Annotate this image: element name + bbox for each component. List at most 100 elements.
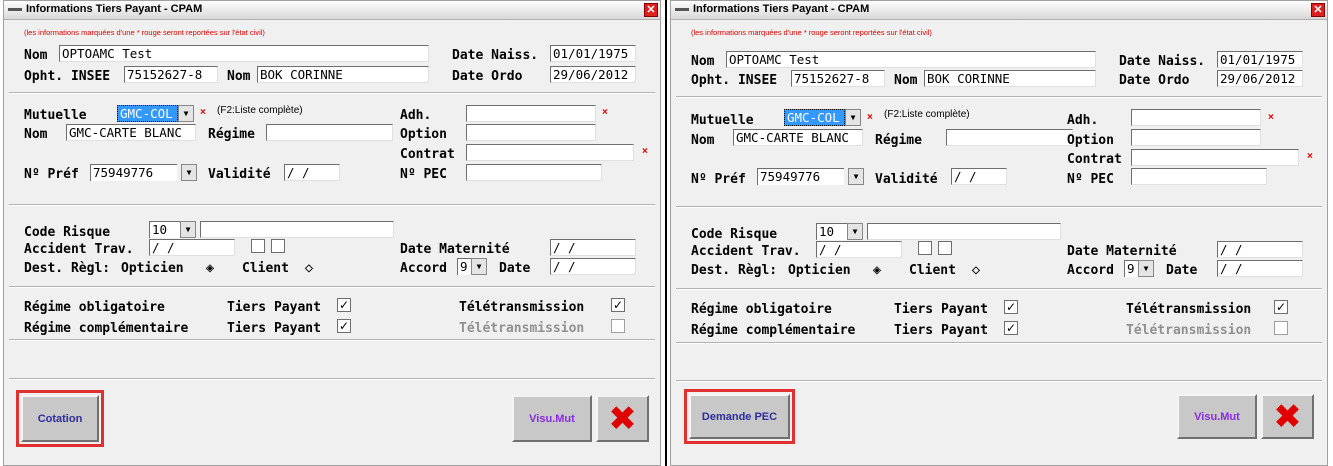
date-maternite-field[interactable]: / /: [550, 239, 636, 256]
tiers-payant-comp-checkbox[interactable]: ✓: [337, 319, 351, 333]
nom-field[interactable]: OPTOAMC Test: [726, 51, 1096, 68]
regime-field[interactable]: [266, 124, 393, 141]
nom-field[interactable]: OPTOAMC Test: [59, 45, 429, 62]
date-naiss-field[interactable]: 01/01/1975: [1217, 51, 1303, 68]
nom2-field[interactable]: BOK CORINNE: [924, 70, 1096, 87]
teletransmission-label-disabled: Télétransmission: [459, 321, 585, 336]
separator: [9, 92, 655, 94]
npref-value[interactable]: 75949776: [90, 164, 177, 181]
accident-trav-field[interactable]: / /: [149, 239, 235, 256]
npec-field[interactable]: [466, 164, 602, 181]
tiers-payant-obl-checkbox[interactable]: ✓: [337, 298, 351, 312]
accord-select[interactable]: 9 ▼: [457, 258, 487, 275]
title-bar[interactable]: Informations Tiers Payant - CPAM ✕: [4, 1, 660, 20]
insee-field[interactable]: 75152627-8: [791, 70, 885, 87]
accident-checkbox[interactable]: [938, 241, 952, 255]
npref-value[interactable]: 75949776: [757, 168, 844, 185]
npec-label: Nº PEC: [400, 167, 447, 182]
npref-select[interactable]: 75949776 ▼: [90, 164, 197, 181]
npref-select[interactable]: 75949776 ▼: [757, 168, 864, 185]
mutuelle-select[interactable]: GMC-COL ▼: [117, 105, 194, 122]
regime-field[interactable]: [946, 129, 1073, 146]
chevron-down-icon[interactable]: ▼: [845, 109, 861, 126]
option-field[interactable]: [1131, 129, 1261, 146]
contrat-field[interactable]: [1131, 149, 1299, 166]
date-maternite-label: Date Maternité: [1067, 244, 1177, 259]
opticien-radio-selected-icon[interactable]: ◈: [870, 263, 884, 277]
chevron-down-icon[interactable]: ▼: [178, 105, 194, 122]
tiers-payant-obl-checkbox[interactable]: ✓: [1004, 300, 1018, 314]
client-radio-icon[interactable]: ◇: [969, 263, 983, 277]
code-risque-label: Code Risque: [691, 227, 778, 242]
adh-field[interactable]: [466, 105, 596, 122]
required-mark: ×: [867, 112, 873, 123]
teletransmission-obl-checkbox[interactable]: ✓: [1274, 300, 1288, 314]
chevron-down-icon[interactable]: ▼: [180, 221, 196, 238]
cancel-button[interactable]: ✖: [1261, 394, 1314, 439]
required-mark: ×: [642, 146, 648, 157]
visu-mut-button[interactable]: Visu.Mut: [512, 395, 592, 442]
title-bar[interactable]: Informations Tiers Payant - CPAM ✕: [671, 1, 1327, 20]
teletransmission-label-disabled: Télétransmission: [1126, 323, 1252, 338]
date-ordo-field[interactable]: 29/06/2012: [550, 66, 636, 83]
adh-label: Adh.: [400, 108, 432, 123]
accord-value[interactable]: 9: [1124, 260, 1138, 277]
accident-trav-label: Accident Trav.: [24, 242, 134, 257]
separator: [9, 204, 655, 206]
separator: [676, 96, 1322, 98]
chevron-down-icon[interactable]: ▼: [848, 168, 864, 185]
chevron-down-icon[interactable]: ▼: [1138, 260, 1154, 277]
date-ordo-label: Date Ordo: [1119, 73, 1190, 88]
accident-checkbox[interactable]: [918, 241, 932, 255]
contrat-field[interactable]: [466, 144, 634, 161]
chevron-down-icon[interactable]: ▼: [471, 258, 487, 275]
cancel-button[interactable]: ✖: [596, 395, 649, 442]
code-risque-value[interactable]: 10: [149, 221, 180, 238]
validite-field[interactable]: / /: [284, 164, 340, 181]
mutuelle-select[interactable]: GMC-COL ▼: [784, 109, 861, 126]
npec-field[interactable]: [1131, 168, 1267, 185]
opticien-radio-selected-icon[interactable]: ◈: [203, 261, 217, 275]
mutuelle-nom-field[interactable]: GMC-CARTE BLANC: [66, 124, 196, 141]
date-maternite-field[interactable]: / /: [1217, 241, 1303, 258]
code-risque-description[interactable]: [867, 223, 1061, 240]
tiers-payant-comp-checkbox[interactable]: ✓: [1004, 321, 1018, 335]
code-risque-select[interactable]: 10 ▼: [149, 221, 196, 238]
date-field[interactable]: / /: [550, 258, 636, 275]
date-label: Date: [499, 261, 531, 276]
accident-checkbox[interactable]: [251, 239, 265, 253]
accord-select[interactable]: 9 ▼: [1124, 260, 1154, 277]
accord-value[interactable]: 9: [457, 258, 471, 275]
dest-regl-label: Dest. Règl:: [691, 263, 778, 278]
accident-trav-field[interactable]: / /: [816, 241, 902, 258]
contrat-label: Contrat: [400, 147, 455, 162]
insee-field[interactable]: 75152627-8: [124, 66, 218, 83]
visu-mut-button[interactable]: Visu.Mut: [1177, 394, 1257, 439]
mutuelle-nom-field[interactable]: GMC-CARTE BLANC: [733, 129, 863, 146]
separator: [676, 288, 1322, 290]
date-field[interactable]: / /: [1217, 260, 1303, 277]
nom2-field[interactable]: BOK CORINNE: [257, 66, 429, 83]
code-risque-description[interactable]: [200, 221, 394, 238]
adh-field[interactable]: [1131, 109, 1261, 126]
mutuelle-value[interactable]: GMC-COL: [117, 105, 178, 122]
chevron-down-icon[interactable]: ▼: [181, 164, 197, 181]
regime-obligatoire-label: Régime obligatoire: [24, 300, 165, 315]
option-field[interactable]: [466, 124, 596, 141]
date-naiss-field[interactable]: 01/01/1975: [550, 45, 636, 62]
teletransmission-obl-checkbox[interactable]: ✓: [611, 298, 625, 312]
window-menu-icon[interactable]: [8, 8, 22, 11]
accident-checkbox[interactable]: [271, 239, 285, 253]
chevron-down-icon[interactable]: ▼: [847, 223, 863, 240]
code-risque-value[interactable]: 10: [816, 223, 847, 240]
nom-label: Nom: [24, 48, 48, 63]
close-icon[interactable]: ✕: [1311, 3, 1325, 17]
code-risque-select[interactable]: 10 ▼: [816, 223, 863, 240]
window-menu-icon[interactable]: [675, 8, 689, 11]
npref-label: Nº Préf: [691, 172, 746, 187]
close-icon[interactable]: ✕: [644, 3, 658, 17]
client-radio-icon[interactable]: ◇: [302, 261, 316, 275]
validite-field[interactable]: / /: [951, 168, 1007, 185]
mutuelle-value[interactable]: GMC-COL: [784, 109, 845, 126]
date-ordo-field[interactable]: 29/06/2012: [1217, 70, 1303, 87]
